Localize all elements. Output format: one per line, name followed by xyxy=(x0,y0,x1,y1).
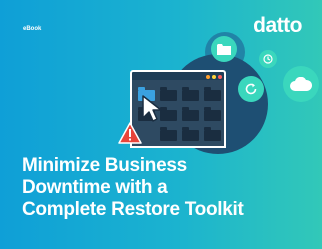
ebook-tag: eBook xyxy=(23,26,42,32)
datto-logo: datto xyxy=(253,14,302,37)
window-title-bar xyxy=(130,70,226,80)
folder-icon xyxy=(211,36,237,62)
cloud-icon xyxy=(283,66,319,102)
folder-icon xyxy=(182,107,199,121)
folder-icon xyxy=(204,107,221,121)
headline-line: Downtime with a xyxy=(22,177,168,198)
folder-icon xyxy=(204,127,221,141)
clock-icon xyxy=(259,50,277,68)
cursor-icon xyxy=(142,95,162,122)
headline-line: Complete Restore Toolkit xyxy=(22,199,244,220)
folder-icon xyxy=(182,87,199,101)
headline-line: Minimize Business xyxy=(22,155,187,176)
refresh-icon xyxy=(238,76,264,102)
folder-icon xyxy=(160,127,177,141)
window-dot-icon xyxy=(206,75,210,79)
folder-icon xyxy=(182,127,199,141)
ebook-cover[interactable]: eBook datto Minimize Business Downtime w… xyxy=(0,0,322,249)
warning-icon xyxy=(118,122,142,144)
window-dot-icon xyxy=(212,75,216,79)
window-dot-icon xyxy=(218,75,222,79)
folder-icon xyxy=(204,87,221,101)
cover-headline: Minimize Business Downtime with a Comple… xyxy=(22,155,312,221)
